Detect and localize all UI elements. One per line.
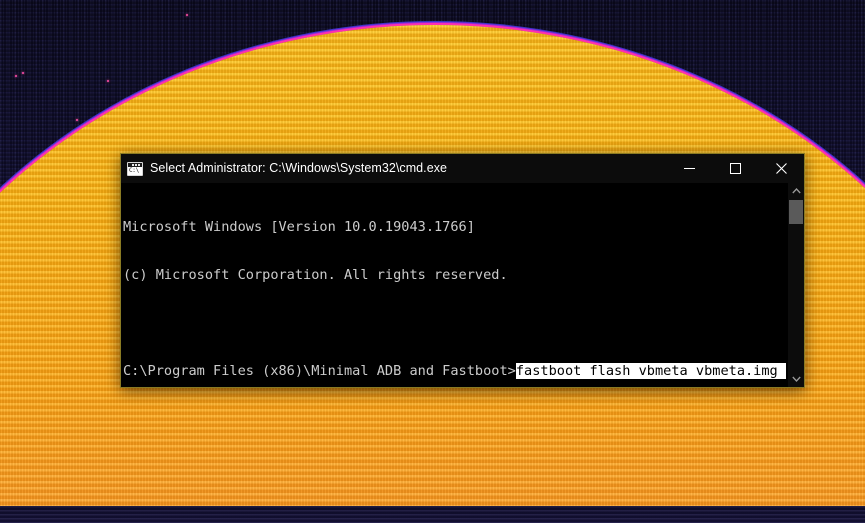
console-line-copyright: (c) Microsoft Corporation. All rights re… xyxy=(123,267,508,283)
close-button[interactable] xyxy=(758,154,804,183)
console-output[interactable]: Microsoft Windows [Version 10.0.19043.17… xyxy=(121,183,787,387)
chevron-up-icon xyxy=(791,188,801,194)
maximize-icon xyxy=(729,163,741,174)
prompt-path: C:\Program Files (x86)\Minimal ADB and F… xyxy=(123,363,516,379)
cmd-console-icon: C:\ xyxy=(127,161,143,176)
cmd-icon-label: C:\ xyxy=(129,166,139,174)
window-titlebar[interactable]: C:\ Select Administrator: C:\Windows\Sys… xyxy=(121,154,804,183)
maximize-button[interactable] xyxy=(712,154,758,183)
console-line-version: Microsoft Windows [Version 10.0.19043.17… xyxy=(123,219,475,235)
console-vertical-scrollbar[interactable] xyxy=(787,183,804,387)
chevron-down-icon xyxy=(791,376,801,382)
star-dot xyxy=(76,119,78,121)
minimize-button[interactable] xyxy=(666,154,712,183)
console-line-prompt[interactable]: C:\Program Files (x86)\Minimal ADB and F… xyxy=(123,363,787,379)
text-cursor xyxy=(777,363,786,379)
scroll-thumb[interactable] xyxy=(789,200,803,224)
scroll-down-arrow[interactable] xyxy=(788,371,804,387)
star-dot xyxy=(107,80,109,82)
window-caption-buttons[interactable] xyxy=(666,154,804,183)
close-icon xyxy=(775,163,787,174)
typed-command[interactable]: fastboot flash vbmeta vbmeta.img xyxy=(515,363,778,379)
scrollbar-track[interactable] xyxy=(788,199,804,371)
minimize-icon xyxy=(683,168,695,169)
scroll-up-arrow[interactable] xyxy=(788,183,804,199)
star-dot xyxy=(22,72,24,74)
command-prompt-window[interactable]: C:\ Select Administrator: C:\Windows\Sys… xyxy=(120,153,805,388)
console-area[interactable]: Microsoft Windows [Version 10.0.19043.17… xyxy=(121,183,804,387)
wallpaper-bottom-band-scanlines xyxy=(0,506,865,523)
wallpaper-bottom-band xyxy=(0,506,865,523)
window-title: Select Administrator: C:\Windows\System3… xyxy=(150,161,447,175)
star-dot xyxy=(15,75,17,77)
star-dot xyxy=(186,14,188,16)
desktop[interactable]: C:\ Select Administrator: C:\Windows\Sys… xyxy=(0,0,865,523)
